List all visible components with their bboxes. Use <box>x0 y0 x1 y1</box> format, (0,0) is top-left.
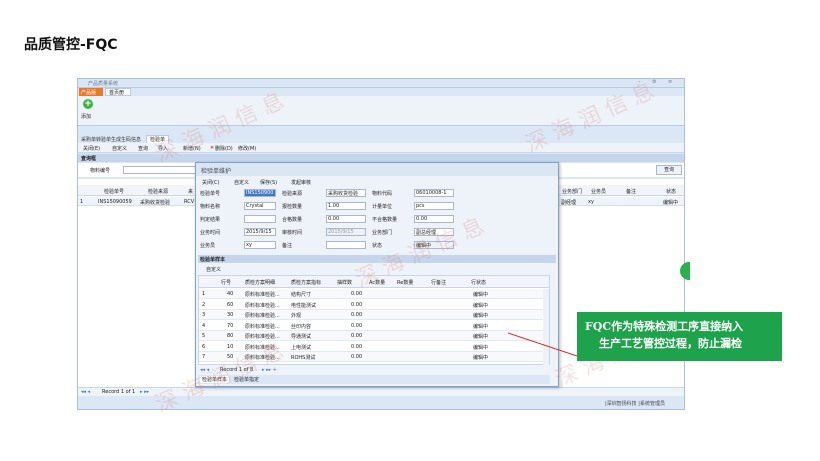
table-row[interactable]: 6 10 原料标准检验... 上电测试 0.00 编辑中 <box>199 341 543 352</box>
tab-product[interactable]: 产品版 <box>79 88 103 96</box>
department-select[interactable]: 副总经理 <box>414 228 454 236</box>
delete-button[interactable]: 删除(D) <box>215 145 233 152</box>
status-bar: |深圳智扬科技 |系统管理员 <box>78 397 684 409</box>
dialog-save-button[interactable]: 保存(S) <box>260 179 277 186</box>
material-label: 物料编号 <box>90 168 111 174</box>
material-name-field[interactable]: Crystal <box>244 202 276 210</box>
callout-line-2: 生产工艺管控过程，防止漏检 <box>599 337 742 350</box>
dialog-toolbar: 关闭(C) 自定义 保存(S) 发起审核 <box>196 177 558 187</box>
tab-po-generate[interactable]: 采购单转验单生成 <box>81 136 121 143</box>
tab-sample[interactable]: 检验单样本 <box>200 376 230 383</box>
sample-nav-next-icon[interactable]: ▸ ▸▸ + <box>262 367 277 373</box>
staff-select[interactable]: xy <box>244 241 276 249</box>
dialog-bottom-tabs: 检验单样本 检验单指定 <box>198 375 550 384</box>
module-tabs: 采购单转验单生成 生码信息 检验单 <box>78 135 684 144</box>
query-button[interactable]: 查询 <box>656 165 682 175</box>
material-input[interactable] <box>123 166 201 174</box>
table-row[interactable]: 2 60 原料标准检验... 电性能测试 0.00 编辑中 <box>199 299 543 310</box>
ribbon: + 添加 <box>78 96 684 126</box>
nav-first-icon[interactable]: ◂◂ ◂ <box>81 389 90 395</box>
col-staff: 业务员 <box>591 189 607 195</box>
fail-qty-field[interactable]: 0.00 <box>414 215 454 223</box>
menu-icon[interactable]: ≡ <box>668 79 672 85</box>
tab-home[interactable]: 首页册 <box>105 88 131 96</box>
dialog-customize-button[interactable]: 自定义 <box>234 179 249 186</box>
col-dept: 业务部门 <box>562 189 583 195</box>
main-toolbar: 关闭(E) 自定义 查询 导入 新增(N) ✕ 删除(D) 修改(M) <box>78 143 684 153</box>
tab-assign[interactable]: 检验单指定 <box>234 376 259 383</box>
table-row[interactable]: 1 40 原料标准检验... 结构尺寸 0.00 编辑中 <box>199 289 543 299</box>
unit-select[interactable]: pcs <box>414 202 454 210</box>
tab-barcode[interactable]: 生码信息 <box>121 136 141 143</box>
new-button[interactable]: 新增(N) <box>183 145 201 152</box>
record-nav: ◂◂ ◂ Record 1 of 1 ▸ ▸▸ <box>78 387 684 396</box>
dialog-title: 检验单维护 <box>201 168 232 175</box>
callout-line <box>507 332 578 357</box>
import-button[interactable]: 导入 <box>158 145 168 152</box>
close-button[interactable]: 关闭(E) <box>83 145 100 152</box>
sample-nav: ◂◂ ◂ Record 1 of 8 ▸ ▸▸ + <box>198 366 550 374</box>
query-label: 查询框 <box>81 156 97 162</box>
inspection-source-select[interactable]: 采购收货检验 <box>326 189 366 197</box>
page-title: 品质管控-FQC <box>24 37 118 53</box>
dialog-title-bar: 检验单维护 <box>196 163 558 176</box>
col-status: 状态 <box>666 189 677 195</box>
table-row[interactable]: 7 50 原料标准检验... ROHS测试 0.00 编辑中 <box>199 352 543 362</box>
search-button[interactable]: 查询 <box>138 145 148 152</box>
sample-nav-prev-icon[interactable]: ◂◂ ◂ <box>200 367 209 373</box>
sample-panel-title: 检验单样本 <box>200 257 226 263</box>
remark-field[interactable] <box>326 241 366 249</box>
sample-table: 行号 质检方案明细 质检方案指标 抽样数 Ac数量 Re数量 行备注 行状态 1… <box>198 275 550 365</box>
judgement-select[interactable] <box>244 215 276 223</box>
status-company: |深圳智扬科技 |系统管理员 <box>605 401 665 407</box>
settings-icon[interactable]: ⚙ <box>652 79 656 85</box>
dialog-form: 检验单号 INS150900 物料名称 Crystal 判定结果 业务时间 20… <box>200 189 560 253</box>
dialog-close-button[interactable]: 关闭(C) <box>202 179 219 186</box>
delete-icon[interactable]: ✕ <box>210 145 214 151</box>
status-field: 编辑中 <box>414 241 454 249</box>
edit-button[interactable]: 修改(M) <box>238 145 256 152</box>
sample-rows: 1 40 原料标准检验... 结构尺寸 0.00 编辑中 2 60 原料标准检验... 电性能测试… <box>199 289 549 365</box>
col-extra: 来 <box>188 189 194 195</box>
business-time-field[interactable]: 2015/9/15 <box>244 228 276 236</box>
callout-box: FQC作为特殊检测工序直接纳入 生产工艺管控过程，防止漏检 <box>577 312 782 361</box>
customize-button[interactable]: 自定义 <box>112 145 127 152</box>
table-row[interactable]: 4 70 原料标准检验... 丝印内容 0.00 编辑中 <box>199 320 543 331</box>
material-code-field[interactable]: 06010008-1 <box>414 189 454 197</box>
callout-line-1: FQC作为特殊检测工序直接纳入 <box>585 320 744 333</box>
add-button-label: 添加 <box>81 114 92 120</box>
minimize-icon[interactable]: – <box>638 79 641 85</box>
report-qty-field[interactable]: 1.00 <box>326 202 366 210</box>
col-remark: 备注 <box>626 189 637 195</box>
sample-record-count: Record 1 of 8 <box>220 367 254 373</box>
table-row[interactable]: 3 30 原料标准检验... 外观 0.00 编辑中 <box>199 310 543 320</box>
sample-panel-header: 检验单样本 <box>198 255 556 263</box>
query-header: 查询框 <box>78 154 684 162</box>
record-count: Record 1 of 1 <box>102 389 136 395</box>
window-title: 产品质量系统 <box>88 81 119 87</box>
title-bar: 产品质量系统 – ⚙ ≡ <box>78 79 684 88</box>
inspection-no-field[interactable]: INS150900 <box>244 189 276 197</box>
pass-qty-field[interactable]: 0.00 <box>326 215 366 223</box>
sample-table-header: 行号 质检方案明细 质检方案指标 抽样数 Ac数量 Re数量 行备注 行状态 <box>199 276 549 288</box>
col-source: 检验来源 <box>148 189 169 195</box>
table-row[interactable]: 5 80 原料标准检验... 导通测试 0.00 编辑中 <box>199 331 543 341</box>
add-icon[interactable]: + <box>83 99 93 109</box>
sample-customize-button[interactable]: 自定义 <box>206 266 221 273</box>
dialog-submit-button[interactable]: 发起审核 <box>291 179 311 186</box>
audit-time-field: 2015/9/15 <box>326 228 366 236</box>
col-inspection-no: 检验单号 <box>104 189 125 195</box>
nav-next-icon[interactable]: ▸ ▸▸ <box>140 389 149 395</box>
